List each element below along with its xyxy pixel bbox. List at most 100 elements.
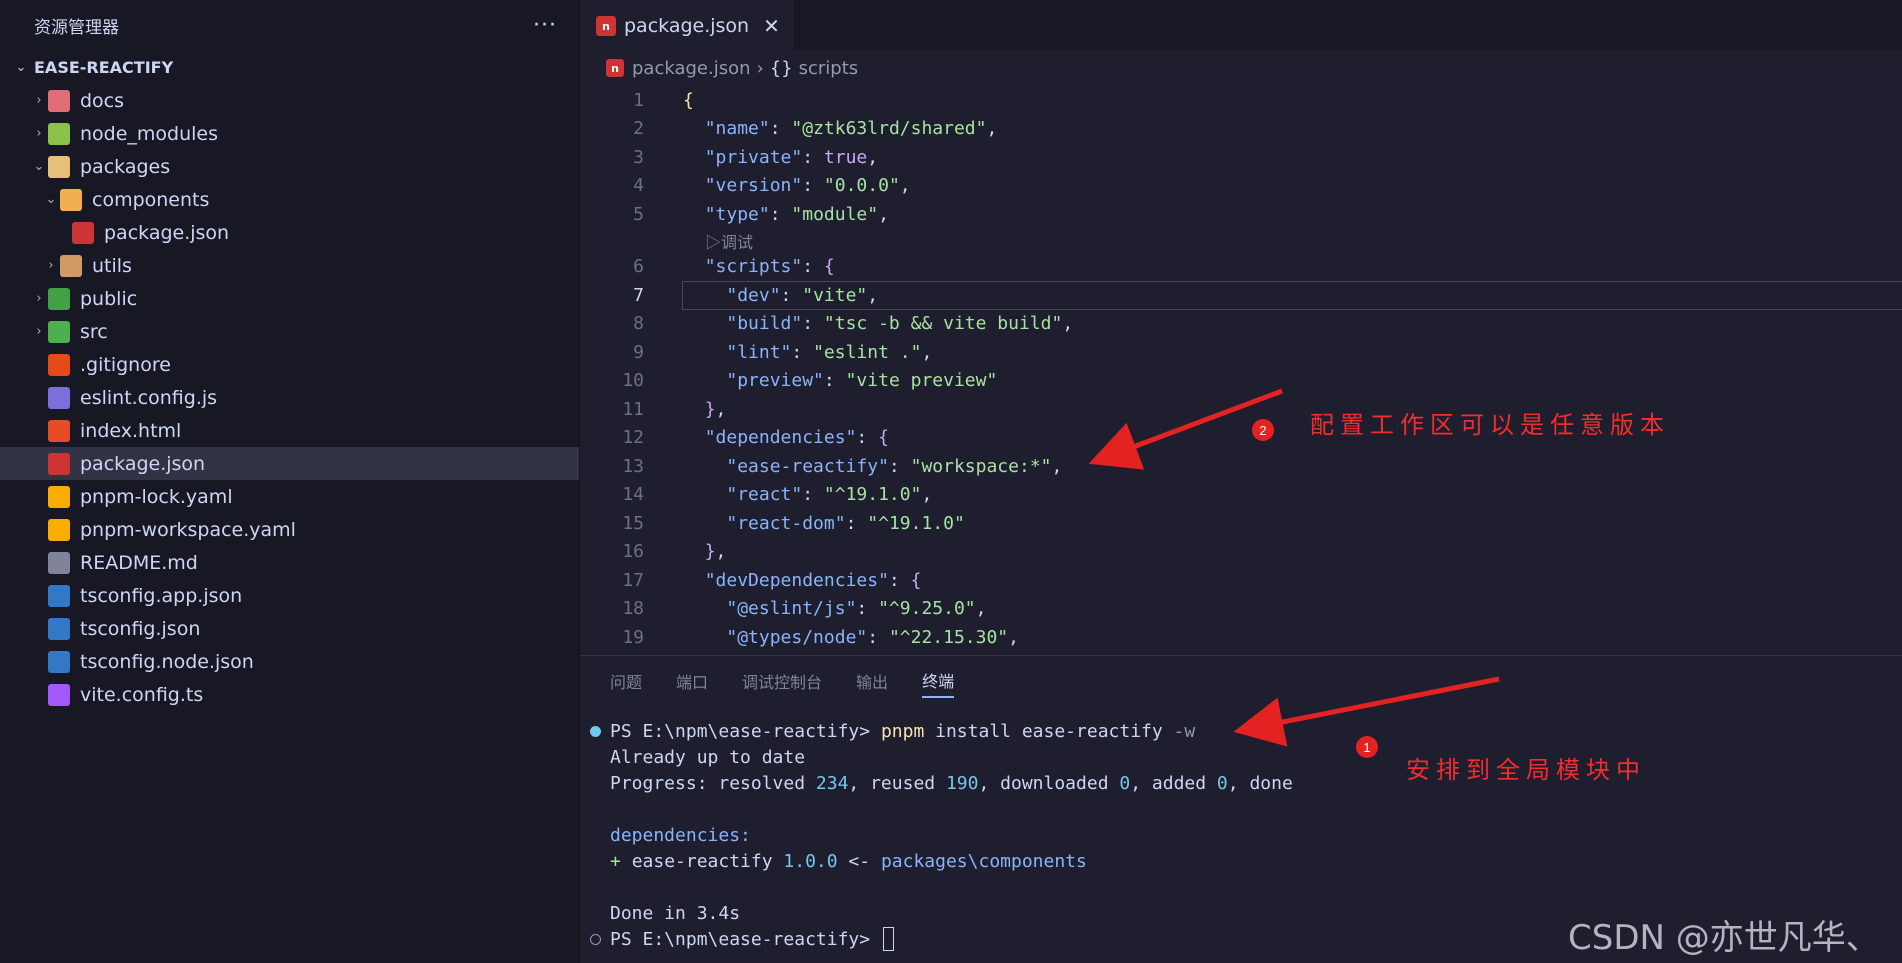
line-number: 4 <box>633 175 644 197</box>
pnpm-icon <box>48 485 70 508</box>
terminal-cursor <box>882 927 894 951</box>
panel-tab[interactable]: 输出 <box>856 664 888 698</box>
tree-item[interactable]: pnpm-workspace.yaml <box>0 513 579 546</box>
code-token: "vite preview" <box>845 370 998 392</box>
code-token: true <box>823 146 868 168</box>
tree-item[interactable]: › public <box>0 282 579 315</box>
tab-label: package.json <box>624 15 750 37</box>
tree-item[interactable]: ⌄ components <box>0 183 579 216</box>
npm-icon <box>72 221 94 244</box>
workspace-root[interactable]: ⌄ EASE-REACTIFY <box>0 50 579 84</box>
code-token: , <box>921 484 933 506</box>
breadcrumb-file[interactable]: package.json <box>632 58 751 79</box>
added-count: 0 <box>1216 772 1228 794</box>
code-token: "eslint ." <box>813 341 922 363</box>
line-number: 9 <box>633 341 644 363</box>
code-token: "scripts" <box>704 256 803 278</box>
tsconfig-icon <box>48 617 70 640</box>
tree-item[interactable]: pnpm-lock.yaml <box>0 480 579 513</box>
code-text: }, <box>683 398 727 420</box>
annotation-text-1: 安排到全局模块中 <box>1406 756 1646 784</box>
terminal-line: PS E:\npm\ease-reactify> pnpm install ea… <box>590 718 1902 744</box>
command-pending-dot[interactable] <box>590 934 601 945</box>
code-token: "workspace:*" <box>910 455 1052 477</box>
tree-item[interactable]: tsconfig.app.json <box>0 579 579 612</box>
code-text: "scripts": { <box>683 256 835 277</box>
watermark: CSDN @亦世凡华、 <box>1568 918 1880 958</box>
terminal-cmd-args: install ease-reactify <box>924 720 1174 742</box>
code-token: "^22.15.30" <box>888 626 1009 648</box>
tree-item[interactable]: tsconfig.json <box>0 612 579 645</box>
panel-tab[interactable]: 端口 <box>676 664 708 698</box>
code-token: "react-dom" <box>726 512 846 534</box>
tree-item[interactable]: ⌄ packages <box>0 150 579 183</box>
tree-item[interactable]: › utils <box>0 249 579 282</box>
code-token: "@types/node" <box>726 626 868 648</box>
tree-item-label: utils <box>92 254 132 277</box>
code-text: }, <box>683 541 727 562</box>
line-number: 16 <box>622 541 644 563</box>
npm-icon <box>48 452 70 475</box>
tree-item[interactable]: vite.config.ts <box>0 678 579 711</box>
tab-package-json[interactable]: n package.json ✕ <box>580 0 794 50</box>
dep-arrow: <- <box>837 850 881 872</box>
code-token: } <box>704 398 716 420</box>
tree-item[interactable]: › node_modules <box>0 117 579 150</box>
code-token: : <box>791 341 814 363</box>
code-text: "version": "0.0.0", <box>683 175 911 196</box>
code-token: , <box>899 175 911 197</box>
tree-item-label: .gitignore <box>80 353 171 376</box>
panel-tab[interactable]: 调试控制台 <box>742 664 822 698</box>
tree-item-label: eslint.config.js <box>80 386 218 409</box>
utils-folder-icon <box>60 254 82 277</box>
chevron-down-icon: ⌄ <box>33 159 45 174</box>
code-line: 5 "type": "module", <box>580 200 1902 229</box>
code-token: "@ztk63lrd/shared" <box>791 118 987 140</box>
panel-tab[interactable]: 终端 <box>922 664 955 698</box>
terminal-output: , added <box>1130 772 1217 794</box>
code-token: : <box>867 626 889 648</box>
panel-tab[interactable]: 问题 <box>610 664 642 698</box>
code-token: "build" <box>726 313 803 335</box>
code-token: "react" <box>726 484 803 506</box>
command-success-dot[interactable] <box>590 726 601 737</box>
tree-item[interactable]: package.json <box>0 447 579 480</box>
breadcrumb-section[interactable]: scripts <box>799 58 859 79</box>
debug-codelens[interactable]: ▷调试 <box>580 229 1902 253</box>
code-token: : <box>769 203 792 225</box>
close-icon[interactable]: ✕ <box>763 14 780 38</box>
code-token: : <box>888 569 911 591</box>
code-token: , <box>921 341 933 363</box>
code-line: 7 "dev": "vite", <box>580 281 1902 310</box>
code-line: 16 }, <box>580 538 1902 567</box>
tree-item-label: tsconfig.app.json <box>80 584 243 607</box>
code-token: "name" <box>704 118 770 140</box>
tree-item[interactable]: .gitignore <box>0 348 579 381</box>
line-number: 10 <box>622 370 644 392</box>
code-line: 2 "name": "@ztk63lrd/shared", <box>580 115 1902 144</box>
code-editor[interactable]: 1{2 "name": "@ztk63lrd/shared", 3 "privat… <box>580 86 1902 652</box>
tree-item-label: pnpm-lock.yaml <box>80 485 233 508</box>
dep-name: ease-reactify <box>631 850 784 872</box>
tsconfig-icon <box>48 584 70 607</box>
tree-item[interactable]: package.json <box>0 216 579 249</box>
line-number: 19 <box>622 626 644 648</box>
tree-item[interactable]: eslint.config.js <box>0 381 579 414</box>
tree-item[interactable]: README.md <box>0 546 579 579</box>
tree-item[interactable]: › docs <box>0 84 579 117</box>
tree-item-label: docs <box>80 89 125 112</box>
tree-item[interactable]: index.html <box>0 414 579 447</box>
code-line: 15 "react-dom": "^19.1.0" <box>580 509 1902 538</box>
tree-item[interactable]: › src <box>0 315 579 348</box>
code-line: 17 "devDependencies": { <box>580 566 1902 595</box>
more-actions-icon[interactable]: ··· <box>533 13 557 38</box>
code-line: 4 "version": "0.0.0", <box>580 172 1902 201</box>
tree-item[interactable]: tsconfig.node.json <box>0 645 579 678</box>
